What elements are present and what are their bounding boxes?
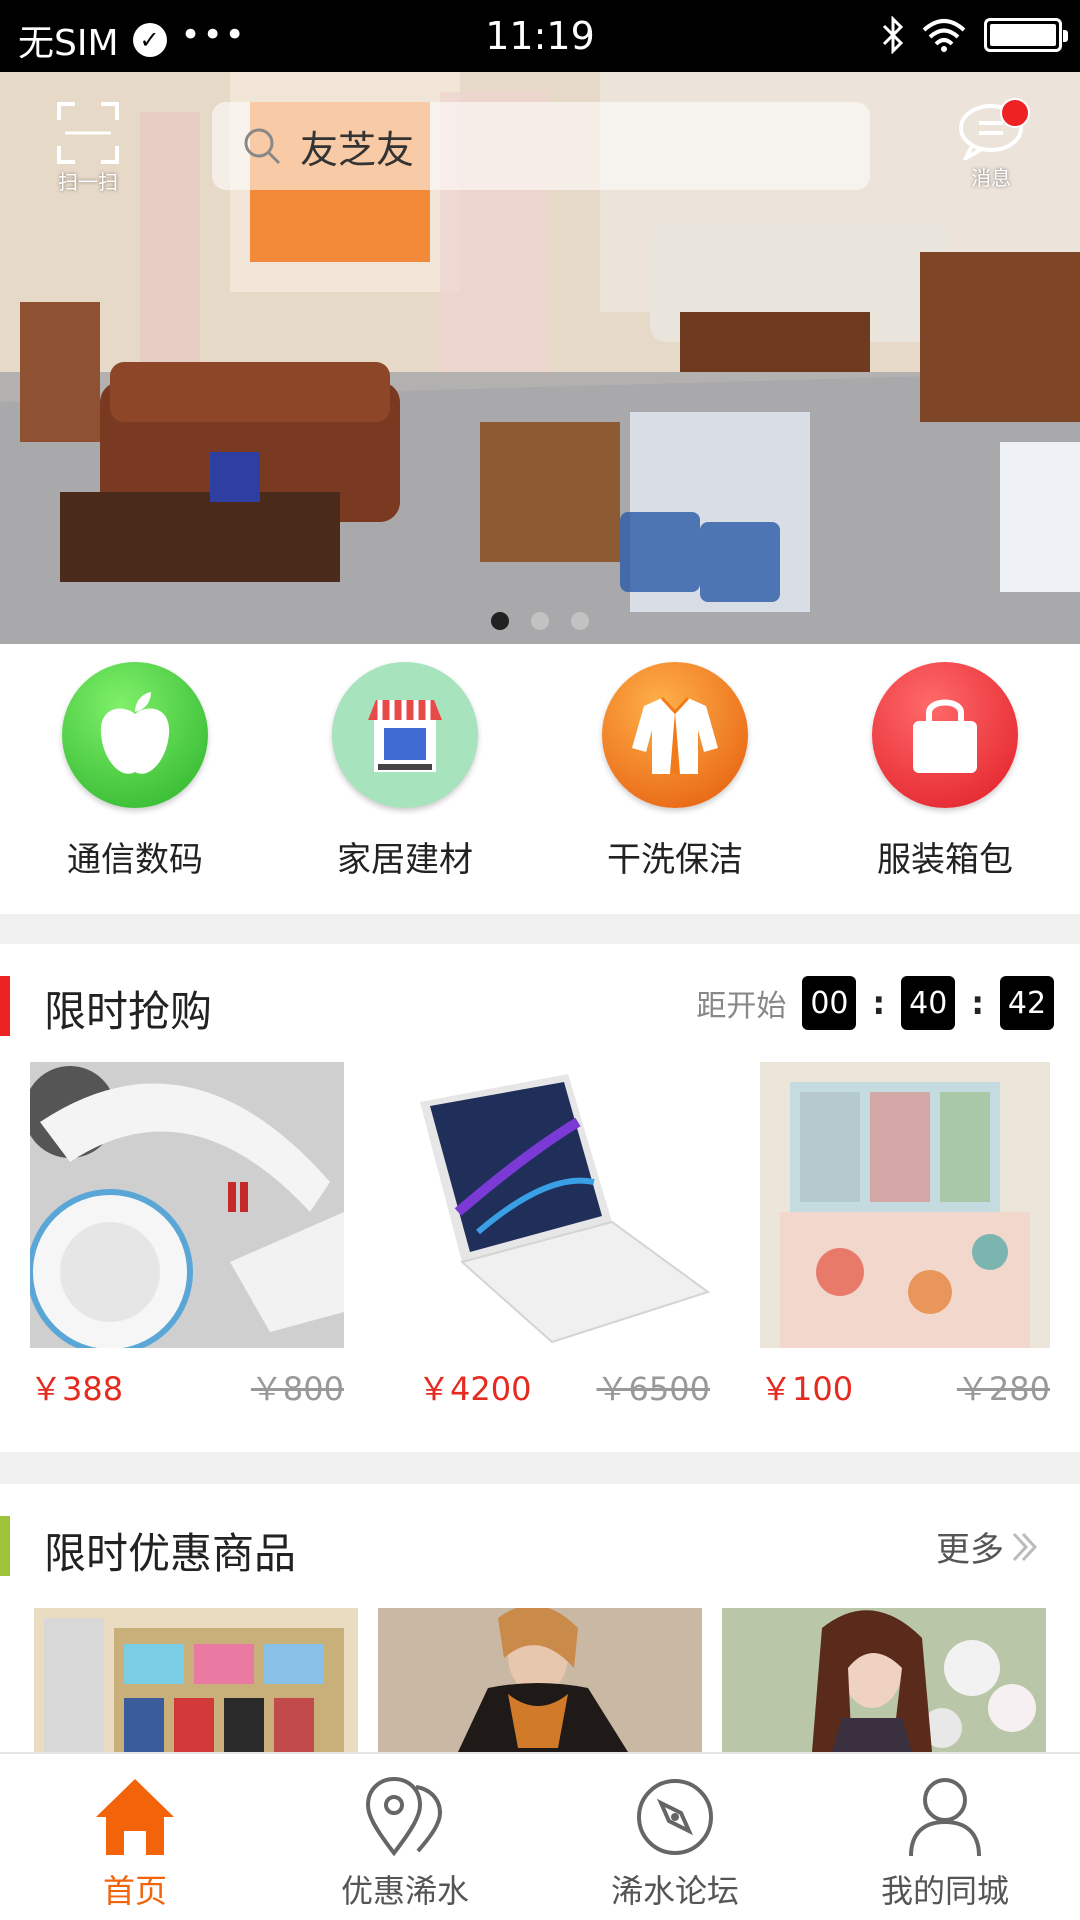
tab-discounts[interactable]: 优惠浠水 xyxy=(270,1754,540,1920)
category-clothing[interactable]: 服装箱包 xyxy=(810,644,1080,914)
map-pin-icon xyxy=(364,1772,446,1862)
flash-sale-title: 限时抢购 xyxy=(44,987,213,1036)
tab-label: 浠水论坛 xyxy=(610,1872,739,1910)
countdown-seconds: 42 xyxy=(1000,976,1054,1030)
status-bar: 无SIM ✓ ••• 11:19 xyxy=(0,0,1080,72)
bluetooth-icon xyxy=(882,16,904,54)
discount-title: 限时优惠商品 xyxy=(44,1529,297,1578)
section-accent-bar xyxy=(0,1516,10,1576)
category-label: 家居建材 xyxy=(337,840,473,880)
carousel-dot[interactable] xyxy=(531,612,549,630)
product-card[interactable]: ￥100 ￥280 xyxy=(760,1062,1050,1424)
countdown-minutes: 40 xyxy=(901,976,956,1030)
category-label: 干洗保洁 xyxy=(607,840,743,880)
category-home[interactable]: 家居建材 xyxy=(270,644,540,914)
product-card[interactable]: ￥4200 ￥6500 xyxy=(418,1062,710,1424)
discount-product-card[interactable] xyxy=(722,1608,1046,1752)
price-row: ￥4200 ￥6500 xyxy=(418,1364,710,1424)
tab-forum[interactable]: 浠水论坛 xyxy=(540,1754,810,1920)
current-price: ￥100 xyxy=(760,1370,854,1408)
banner-carousel[interactable]: 扫一扫 友芝友 消息 xyxy=(0,72,1080,644)
product-image xyxy=(722,1608,1046,1752)
category-label: 服装箱包 xyxy=(877,840,1013,880)
scan-button[interactable]: 扫一扫 xyxy=(52,102,124,195)
price-row: ￥388 ￥800 xyxy=(30,1364,344,1424)
category-laundry[interactable]: 干洗保洁 xyxy=(540,644,810,914)
bag-icon xyxy=(872,662,1018,808)
user-icon xyxy=(905,1772,985,1862)
current-price: ￥4200 xyxy=(418,1370,532,1408)
search-bar[interactable]: 友芝友 xyxy=(212,102,870,190)
price-row: ￥100 ￥280 xyxy=(760,1364,1050,1424)
product-card[interactable]: ￥388 ￥800 xyxy=(30,1062,344,1424)
original-price: ￥6500 xyxy=(596,1370,710,1408)
countdown-separator: : xyxy=(872,984,886,1022)
home-icon xyxy=(94,1772,176,1862)
discount-products xyxy=(0,1608,1080,1752)
status-right xyxy=(882,16,1068,54)
scan-icon xyxy=(57,102,119,164)
shirt-icon xyxy=(602,662,748,808)
more-link[interactable]: 更多 xyxy=(936,1522,1040,1571)
compass-icon xyxy=(635,1772,715,1862)
store-icon xyxy=(332,662,478,808)
apple-icon xyxy=(62,662,208,808)
product-image xyxy=(30,1062,344,1348)
original-price: ￥800 xyxy=(250,1370,344,1408)
more-label: 更多 xyxy=(936,1530,1004,1570)
product-image xyxy=(378,1608,702,1752)
countdown-hours: 00 xyxy=(802,976,857,1030)
scan-label: 扫一扫 xyxy=(58,170,118,194)
discount-product-card[interactable] xyxy=(34,1608,358,1752)
tab-home[interactable]: 首页 xyxy=(0,1754,270,1920)
countdown-separator: : xyxy=(971,984,984,1022)
tab-label: 优惠浠水 xyxy=(340,1872,469,1910)
section-divider xyxy=(0,1452,1080,1484)
discount-header: 限时优惠商品 更多 xyxy=(0,1484,1080,1604)
wifi-icon xyxy=(922,19,966,52)
countdown: 距开始 00 : 40 : 42 xyxy=(696,976,1054,1030)
flash-sale-products: ￥388 ￥800 ￥4200 ￥6500 ￥100 ￥280 xyxy=(0,1062,1080,1442)
section-accent-bar xyxy=(0,976,10,1036)
notification-badge xyxy=(1000,98,1030,128)
current-price: ￥388 xyxy=(30,1370,124,1408)
chevron-right-icon xyxy=(1012,1532,1038,1561)
search-input[interactable]: 友芝友 xyxy=(300,119,414,174)
product-image xyxy=(418,1062,710,1348)
message-button[interactable]: 消息 xyxy=(954,98,1030,191)
tab-label: 首页 xyxy=(102,1872,167,1910)
carousel-dot[interactable] xyxy=(491,612,509,630)
discount-product-card[interactable] xyxy=(378,1608,702,1752)
section-divider xyxy=(0,914,1080,944)
category-digital[interactable]: 通信数码 xyxy=(0,644,270,914)
carousel-dot[interactable] xyxy=(571,612,589,630)
bottom-tab-bar: 首页 优惠浠水 浠水论坛 我的同城 xyxy=(0,1752,1080,1920)
countdown-label: 距开始 xyxy=(696,989,787,1024)
product-image xyxy=(760,1062,1050,1348)
battery-icon xyxy=(984,18,1068,52)
category-grid: 通信数码 家居建材 干洗保洁 服装箱包 xyxy=(0,644,1080,914)
carousel-indicator xyxy=(0,612,1080,630)
message-label: 消息 xyxy=(971,166,1011,190)
search-icon xyxy=(244,128,281,165)
product-image xyxy=(34,1608,358,1752)
original-price: ￥280 xyxy=(956,1370,1050,1408)
tab-label: 我的同城 xyxy=(880,1872,1009,1910)
category-label: 通信数码 xyxy=(67,840,203,880)
tab-profile[interactable]: 我的同城 xyxy=(810,1754,1080,1920)
flash-sale-header: 限时抢购 距开始 00 : 40 : 42 xyxy=(0,944,1080,1064)
